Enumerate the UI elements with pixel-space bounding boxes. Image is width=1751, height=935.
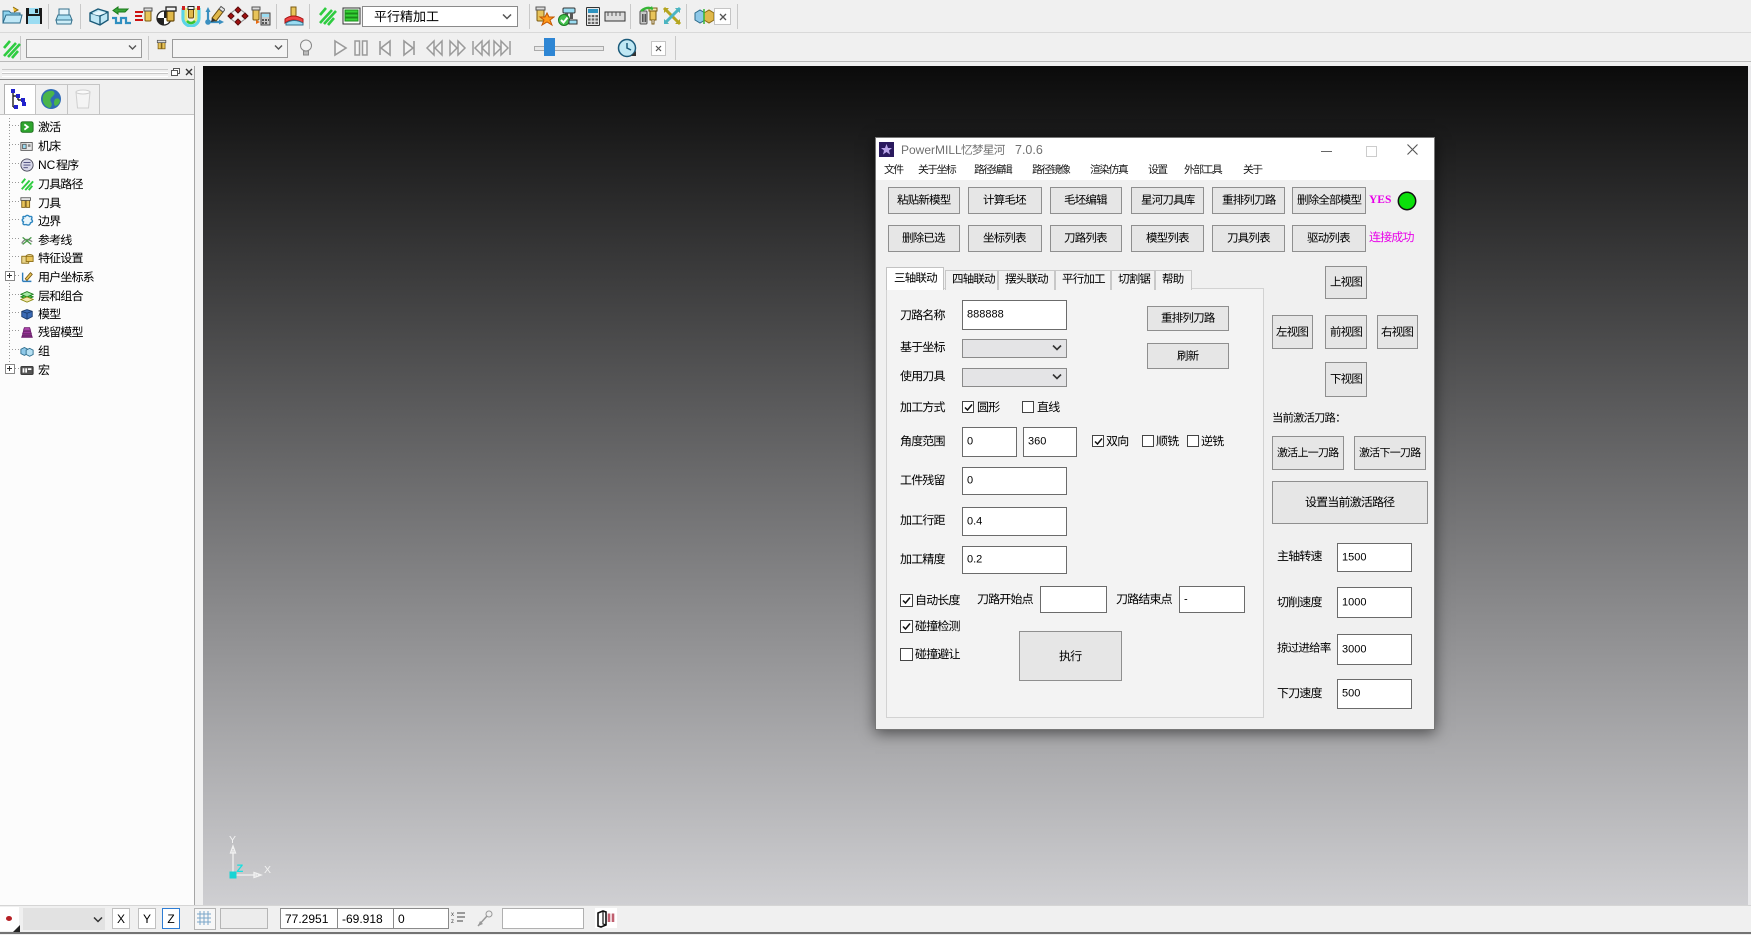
svg-text:z: z: [451, 919, 454, 925]
svg-text:x: x: [451, 912, 454, 918]
svg-text:Y: Y: [229, 834, 236, 846]
svg-text:Z: Z: [237, 863, 244, 875]
svg-text:X: X: [264, 864, 271, 876]
